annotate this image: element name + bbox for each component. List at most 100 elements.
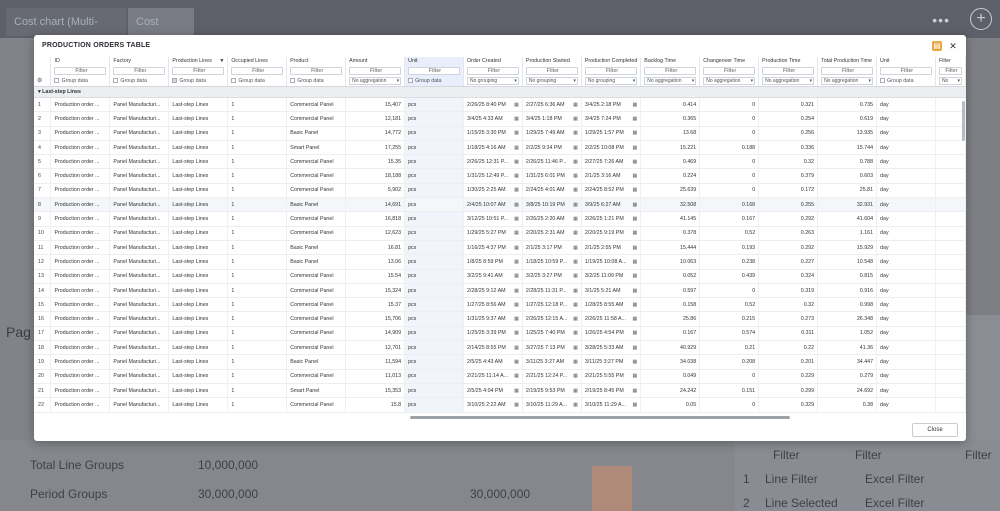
- calendar-icon[interactable]: ▦: [573, 216, 578, 222]
- table-row[interactable]: 10 Production order ... Panel Manufacturi.…: [34, 226, 966, 241]
- column-header[interactable]: Occupied Lines: [227, 57, 288, 66]
- aggregation-select[interactable]: No aggregation: [762, 76, 815, 85]
- vertical-scrollbar[interactable]: [962, 101, 965, 141]
- calendar-icon[interactable]: ▦: [633, 402, 638, 408]
- group-data-checkbox[interactable]: [408, 77, 414, 83]
- calendar-icon[interactable]: ▦: [633, 102, 638, 108]
- column-filter-input[interactable]: Filter: [466, 66, 519, 75]
- calendar-icon[interactable]: ▦: [633, 288, 638, 294]
- calendar-icon[interactable]: ▦: [633, 130, 638, 136]
- aggregation-select[interactable]: No aggregation: [349, 76, 402, 85]
- column-filter-input[interactable]: Filter: [938, 66, 962, 75]
- calendar-icon[interactable]: ▦: [514, 159, 519, 165]
- calendar-icon[interactable]: ▦: [633, 273, 638, 279]
- aggregation-select[interactable]: No grouping: [466, 76, 519, 85]
- column-filter-input[interactable]: Filter: [290, 66, 343, 75]
- calendar-icon[interactable]: ▦: [633, 202, 638, 208]
- column-header[interactable]: Total Production Time: [817, 57, 878, 66]
- column-filter-input[interactable]: Filter: [113, 66, 166, 75]
- table-row[interactable]: 17 Production order ... Panel Manufacturi.…: [34, 326, 966, 342]
- calendar-icon[interactable]: ▦: [573, 145, 578, 151]
- column-filter-input[interactable]: Filter: [880, 66, 932, 75]
- aggregation-select[interactable]: No grouping: [584, 76, 638, 85]
- group-data-checkbox[interactable]: [54, 77, 60, 83]
- table-row[interactable]: 8 Production order ... Panel Manufacturi..…: [34, 197, 966, 213]
- table-row[interactable]: 12 Production order ... Panel Manufacturi.…: [34, 254, 966, 270]
- calendar-icon[interactable]: ▦: [633, 187, 638, 193]
- column-filter-input[interactable]: Filter: [644, 66, 697, 75]
- column-header[interactable]: Product: [286, 57, 347, 66]
- column-filter-input[interactable]: Filter: [821, 66, 874, 75]
- table-row[interactable]: 7 Production order ... Panel Manufacturi..…: [34, 183, 966, 199]
- column-filter-input[interactable]: Filter: [703, 66, 756, 75]
- calendar-icon[interactable]: ▦: [633, 259, 638, 265]
- calendar-icon[interactable]: ▦: [573, 130, 578, 136]
- calendar-icon[interactable]: ▦: [573, 288, 578, 294]
- column-filter-input[interactable]: Filter: [408, 66, 460, 75]
- calendar-icon[interactable]: ▦: [514, 402, 519, 408]
- calendar-icon[interactable]: ▦: [514, 230, 519, 236]
- calendar-icon[interactable]: ▦: [514, 130, 519, 136]
- column-header[interactable]: Backlog Time: [640, 57, 701, 66]
- table-row[interactable]: 18 Production order ... Panel Manufacturi.…: [34, 340, 966, 356]
- column-header[interactable]: Changeover Time: [699, 57, 760, 66]
- group-row[interactable]: ▾ Last-step Lines: [34, 86, 966, 98]
- column-header[interactable]: ID: [50, 57, 111, 66]
- column-filter-input[interactable]: Filter: [525, 66, 578, 75]
- table-row[interactable]: 15 Production order ... Panel Manufacturi.…: [34, 297, 966, 313]
- calendar-icon[interactable]: ▦: [514, 116, 519, 122]
- column-filter-input[interactable]: Filter: [172, 66, 225, 75]
- aggregation-select[interactable]: No aggregation: [821, 76, 874, 85]
- calendar-icon[interactable]: ▦: [514, 388, 519, 394]
- calendar-icon[interactable]: ▦: [514, 145, 519, 151]
- calendar-icon[interactable]: ▦: [514, 187, 519, 193]
- table-row[interactable]: 5 Production order ... Panel Manufacturi..…: [34, 154, 966, 170]
- calendar-icon[interactable]: ▦: [514, 202, 519, 208]
- aggregation-select[interactable]: No: [938, 76, 962, 85]
- calendar-icon[interactable]: ▦: [573, 402, 578, 408]
- column-filter-input[interactable]: Filter: [349, 66, 402, 75]
- gear-icon[interactable]: ⚙: [34, 75, 52, 87]
- column-header[interactable]: Unit: [876, 57, 936, 66]
- calendar-icon[interactable]: ▦: [633, 145, 638, 151]
- calendar-icon[interactable]: ▦: [514, 273, 519, 279]
- calendar-icon[interactable]: ▦: [573, 273, 578, 279]
- table-row[interactable]: 14 Production order ... Panel Manufacturi.…: [34, 283, 966, 299]
- table-row[interactable]: 13 Production order ... Panel Manufacturi.…: [34, 269, 966, 284]
- calendar-icon[interactable]: ▦: [633, 345, 638, 351]
- calendar-icon[interactable]: ▦: [514, 345, 519, 351]
- table-row[interactable]: 4 Production order ... Panel Manufacturi..…: [34, 140, 966, 156]
- column-header[interactable]: Production Completed: [581, 57, 642, 66]
- calendar-icon[interactable]: ▦: [573, 259, 578, 265]
- table-row[interactable]: 3 Production order ... Panel Manufacturi..…: [34, 126, 966, 141]
- calendar-icon[interactable]: ▦: [514, 330, 519, 336]
- column-header[interactable]: Order Created: [463, 57, 523, 66]
- calendar-icon[interactable]: ▦: [573, 373, 578, 379]
- calendar-icon[interactable]: ▦: [514, 259, 519, 265]
- column-header[interactable]: Unit: [404, 57, 464, 66]
- sort-desc-icon[interactable]: ▼: [219, 58, 224, 64]
- calendar-icon[interactable]: ▦: [573, 173, 578, 179]
- calendar-icon[interactable]: ▦: [514, 102, 519, 108]
- column-filter-input[interactable]: Filter: [584, 66, 638, 75]
- calendar-icon[interactable]: ▦: [514, 245, 519, 251]
- group-data-checkbox[interactable]: [880, 77, 886, 83]
- calendar-icon[interactable]: ▦: [573, 187, 578, 193]
- calendar-icon[interactable]: ▦: [573, 159, 578, 165]
- group-data-checkbox[interactable]: [172, 77, 178, 83]
- column-filter-input[interactable]: Filter: [231, 66, 284, 75]
- calendar-icon[interactable]: ▦: [633, 159, 638, 165]
- calendar-icon[interactable]: ▦: [573, 116, 578, 122]
- horizontal-scrollbar[interactable]: [410, 416, 790, 419]
- group-data-checkbox[interactable]: [231, 77, 237, 83]
- bg-tab[interactable]: Cost chart (Multi-line/Hbar): [6, 8, 126, 56]
- add-icon[interactable]: +: [970, 8, 992, 30]
- table-row[interactable]: 21 Production order ... Panel Manufacturi.…: [34, 383, 966, 399]
- calendar-icon[interactable]: ▦: [573, 302, 578, 308]
- table-row[interactable]: 1 Production order ... Panel Manufacturi..…: [34, 97, 966, 113]
- calendar-icon[interactable]: ▦: [633, 173, 638, 179]
- table-row[interactable]: 16 Production order ... Panel Manufacturi.…: [34, 311, 966, 327]
- calendar-icon[interactable]: ▦: [633, 388, 638, 394]
- column-header[interactable]: Filter: [935, 57, 966, 66]
- calendar-icon[interactable]: ▦: [633, 330, 638, 336]
